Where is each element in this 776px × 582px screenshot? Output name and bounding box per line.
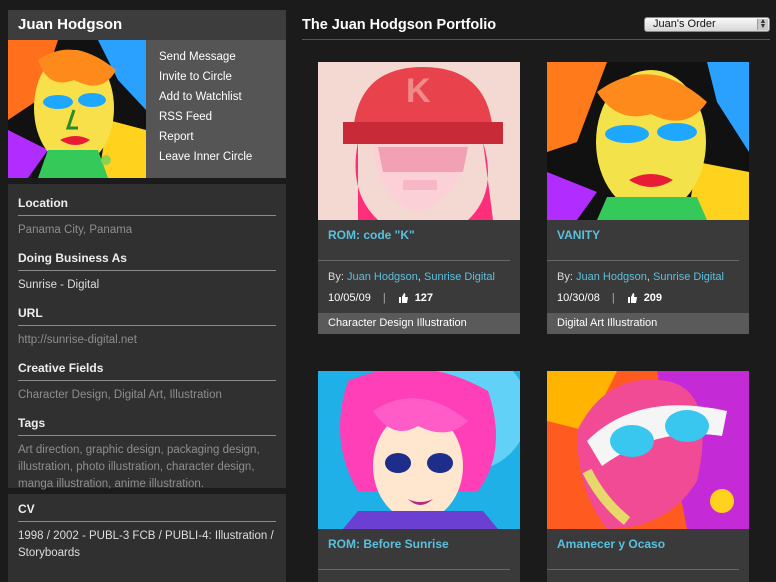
- tags-value[interactable]: Art direction, graphic design, packaging…: [18, 442, 276, 493]
- project-title[interactable]: VANITY: [547, 220, 739, 261]
- svg-text:K: K: [406, 72, 431, 110]
- report-link[interactable]: Report: [159, 130, 252, 150]
- cv-section: CV 1998 / 2002 - PUBL-3 FCB / PUBLI-4: I…: [8, 494, 286, 582]
- project-thumbnail[interactable]: K: [318, 62, 520, 220]
- appreciation-count: 127: [414, 292, 434, 304]
- project-meta: 10/05/09 | 127: [318, 283, 520, 313]
- by-label: By:: [328, 271, 344, 283]
- send-message-link[interactable]: Send Message: [159, 50, 252, 70]
- project-title[interactable]: Amanecer y Ocaso: [547, 529, 739, 570]
- company-link[interactable]: Sunrise Digital: [653, 271, 724, 283]
- creative-fields-value[interactable]: Character Design, Digital Art, Illustrat…: [18, 387, 276, 404]
- project-title[interactable]: ROM: Before Sunrise: [318, 529, 510, 570]
- url-link[interactable]: http://sunrise-digital.net: [18, 332, 276, 349]
- cv-text: 1998 / 2002 - PUBL-3 FCB / PUBLI-4: Illu…: [18, 530, 274, 559]
- order-select-value: Juan's Order: [653, 18, 716, 30]
- by-label: By:: [557, 271, 573, 283]
- author-link[interactable]: Juan Hodgson: [576, 271, 647, 283]
- add-to-watchlist-link[interactable]: Add to Watchlist: [159, 90, 252, 110]
- url-label: URL: [18, 306, 276, 326]
- profile-name: Juan Hodgson: [8, 10, 286, 40]
- project-tags[interactable]: Character Design Illustration: [318, 313, 520, 334]
- portfolio-header: The Juan Hodgson Portfolio Juan's Order …: [302, 10, 770, 40]
- project-date: 10/30/08: [557, 292, 600, 304]
- project-tags[interactable]: Digital Art Illustration: [547, 313, 749, 334]
- dba-label: Doing Business As: [18, 251, 276, 271]
- cv-label: CV: [18, 502, 276, 522]
- avatar[interactable]: [8, 40, 146, 178]
- project-byline: By: Juan Hodgson, Sunrise Digital: [557, 271, 724, 283]
- portfolio-main: The Juan Hodgson Portfolio Juan's Order …: [302, 10, 770, 40]
- project-byline: By: Juan Hodgson, Sunrise Digital: [328, 271, 495, 283]
- appreciate-icon[interactable]: [398, 292, 409, 304]
- project-meta: 10/30/08 | 209: [547, 283, 749, 313]
- order-select[interactable]: Juan's Order ▲ ▼: [644, 17, 770, 32]
- company-link[interactable]: Sunrise Digital: [424, 271, 495, 283]
- profile-header: Send Message Invite to Circle Add to Wat…: [8, 40, 286, 178]
- dba-value: Sunrise - Digital: [18, 279, 100, 291]
- invite-to-circle-link[interactable]: Invite to Circle: [159, 70, 252, 90]
- project-card: Amanecer y Ocaso: [547, 371, 749, 582]
- creative-fields-label: Creative Fields: [18, 361, 276, 381]
- profile-info: Location Panama City, Panama Doing Busin…: [8, 184, 286, 490]
- select-arrows-icon: ▲ ▼: [757, 18, 768, 30]
- rss-feed-link[interactable]: RSS Feed: [159, 110, 252, 130]
- tags-label: Tags: [18, 416, 276, 436]
- appreciation-count: 209: [643, 292, 663, 304]
- project-date: 10/05/09: [328, 292, 371, 304]
- meta-separator: |: [382, 292, 386, 304]
- appreciate-icon[interactable]: [627, 292, 638, 304]
- profile-actions: Send Message Invite to Circle Add to Wat…: [146, 40, 252, 178]
- project-title[interactable]: ROM: code "K": [318, 220, 510, 261]
- location-value: Panama City, Panama: [18, 224, 133, 236]
- project-thumbnail[interactable]: [318, 371, 520, 529]
- profile-sidebar: Juan Hodgson Send Message Invite to Circ…: [8, 10, 286, 582]
- project-card: K ROM: code "K" By: Juan Hodgson, Sunris…: [318, 62, 520, 334]
- author-link[interactable]: Juan Hodgson: [347, 271, 418, 283]
- project-card: VANITY By: Juan Hodgson, Sunrise Digital…: [547, 62, 749, 334]
- meta-separator: |: [611, 292, 615, 304]
- location-label: Location: [18, 196, 276, 216]
- page-title: The Juan Hodgson Portfolio: [302, 16, 497, 33]
- project-thumbnail[interactable]: [547, 371, 749, 529]
- leave-inner-circle-link[interactable]: Leave Inner Circle: [159, 150, 252, 170]
- project-thumbnail[interactable]: [547, 62, 749, 220]
- project-card: ROM: Before Sunrise: [318, 371, 520, 582]
